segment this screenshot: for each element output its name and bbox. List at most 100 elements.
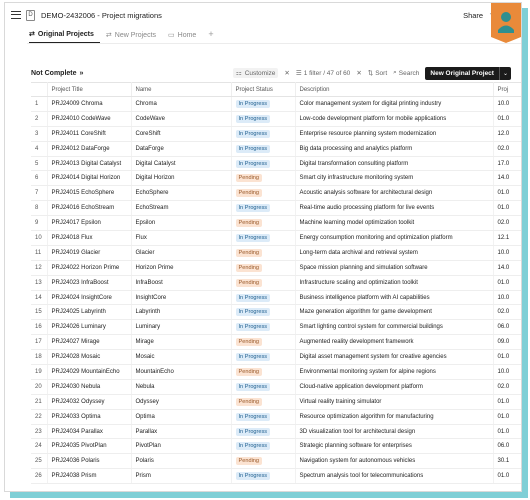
status-badge: In Progress: [235, 129, 271, 138]
table-row[interactable]: 11 PRJ24019 Glacier Glacier Pending Long-ter…: [31, 245, 521, 261]
table-cell: Pending: [231, 394, 296, 410]
table-cell: 22: [31, 409, 48, 425]
table-row[interactable]: 3 PRJ24011 CoreShift CoreShift In Progress E…: [31, 126, 521, 142]
table-row[interactable]: 14 PRJ24024 InsightCore InsightCore In Prog…: [31, 290, 521, 306]
column-header[interactable]: Name: [131, 82, 232, 97]
table-row[interactable]: 21 PRJ24032 Odyssey Odyssey Pending Virtual …: [31, 394, 521, 410]
table-cell: Enterprise resource planning system mode…: [295, 126, 494, 142]
status-badge: In Progress: [235, 233, 271, 242]
table-cell: PRJ24017 Epsilon: [47, 215, 132, 232]
table-cell: 4: [31, 141, 48, 157]
table-row[interactable]: 8 PRJ24016 EchoStream EchoStream In Progres…: [31, 200, 521, 217]
new-original-project-button[interactable]: New Original Project: [425, 66, 499, 80]
table-row[interactable]: 15 PRJ24025 Labyrinth Labyrinth In Progress…: [31, 304, 521, 321]
table-row[interactable]: 9 PRJ24017 Epsilon Epsilon Pending Machine l…: [31, 215, 521, 232]
search-button[interactable]: ⌕ Search: [393, 69, 419, 77]
table-row[interactable]: 25 PRJ24036 Polaris Polaris Pending Navigati…: [31, 453, 521, 470]
table-cell: PRJ24019 Glacier: [47, 245, 132, 261]
table-cell: 26: [31, 468, 48, 485]
table-cell: Glacier: [131, 245, 232, 261]
status-badge: In Progress: [235, 412, 271, 421]
table-cell: 01.0: [493, 275, 521, 291]
table-cell: 02.0: [493, 215, 521, 232]
table-row[interactable]: 17 PRJ24027 Mirage Mirage Pending Augmented …: [31, 334, 521, 351]
table-cell: Flux: [131, 230, 232, 246]
table-row[interactable]: 10 PRJ24018 Flux Flux In Progress Energy con…: [31, 230, 521, 246]
switch-icon: ⇄: [105, 32, 112, 39]
table-cell: Big data processing and analytics platfo…: [295, 141, 494, 157]
table-row[interactable]: 24 PRJ24035 PivotPlan PivotPlan In Progress…: [31, 438, 521, 455]
table-row[interactable]: 5 PRJ24013 Digital Catalyst Digital Cataly…: [31, 156, 521, 172]
column-header[interactable]: Project Title: [47, 82, 132, 97]
status-badge: In Progress: [235, 99, 271, 108]
table-cell: DataForge: [131, 141, 232, 157]
table-cell: 12.0: [493, 126, 521, 142]
table-cell: Spectrum analysis tool for telecommunica…: [295, 468, 494, 485]
table-cell: Navigation system for autonomous vehicle…: [295, 453, 494, 470]
table-row[interactable]: 13 PRJ24023 InfraBoost InfraBoost Pending In…: [31, 275, 521, 291]
column-header[interactable]: [31, 82, 48, 97]
table-row[interactable]: 18 PRJ24028 Mosaic Mosaic In Progress Digita…: [31, 349, 521, 366]
table-row[interactable]: 22 PRJ24033 Optima Optima In Progress Resour…: [31, 409, 521, 425]
add-tab-button[interactable]: +: [208, 29, 213, 43]
table-cell: In Progress: [231, 230, 296, 246]
tab-label: Original Projects: [37, 30, 94, 38]
table-cell: 21: [31, 394, 48, 410]
tab-new-projects[interactable]: ⇄ New Projects: [106, 31, 162, 43]
table-row[interactable]: 23 PRJ24034 Parallax Parallax In Progress 3D…: [31, 424, 521, 440]
table-cell: 01.0: [493, 200, 521, 217]
user-avatar-badge[interactable]: [491, 3, 521, 43]
table-cell: PRJ24012 DataForge: [47, 141, 132, 157]
table-cell: Mosaic: [131, 349, 232, 366]
table-row[interactable]: 16 PRJ24026 Luminary Luminary In Progress Sm…: [31, 319, 521, 336]
table-row[interactable]: 4 PRJ24012 DataForge DataForge In Progress B…: [31, 141, 521, 157]
table-cell: 01.0: [493, 185, 521, 202]
sort-button[interactable]: ⇅ Sort: [368, 69, 387, 78]
table-row[interactable]: 2 PRJ24010 CodeWave CodeWave In Progress Low…: [31, 111, 521, 127]
customize-label: Customize: [244, 69, 276, 77]
view-selector[interactable]: Not Complete »: [31, 70, 83, 77]
table-row[interactable]: 6 PRJ24014 Digital Horizon Digital Horizon…: [31, 170, 521, 187]
close-icon[interactable]: ✕: [356, 69, 361, 77]
table-row[interactable]: 7 PRJ24015 EchoSphere EchoSphere Pending Aco…: [31, 185, 521, 202]
chevron-down-icon[interactable]: ⌄: [498, 66, 511, 80]
table-cell: PRJ24025 Labyrinth: [47, 304, 132, 321]
table-row[interactable]: 26 PRJ24038 Prism Prism In Progress Spectrum…: [31, 468, 521, 485]
customize-button[interactable]: ⚏ Customize: [232, 68, 279, 78]
table-row[interactable]: 12 PRJ24022 Horizon Prime Horizon Prime Pen…: [31, 260, 521, 276]
tab-label: Home: [177, 31, 197, 39]
table-cell: 06.0: [493, 319, 521, 336]
status-badge: Pending: [235, 367, 263, 376]
status-badge: In Progress: [235, 323, 271, 332]
table-cell: In Progress: [231, 468, 296, 485]
status-badge: Pending: [235, 189, 263, 198]
table-cell: 18: [31, 349, 48, 366]
table-cell: 9: [31, 215, 48, 232]
share-button[interactable]: Share: [463, 11, 483, 20]
tab-home[interactable]: ▭ Home: [168, 31, 202, 43]
column-header[interactable]: Proj: [493, 82, 521, 97]
filter-label: 1 filter / 47 of 60: [303, 69, 351, 77]
table-cell: Cloud-native application development pla…: [295, 379, 494, 395]
table-cell: PRJ24016 EchoStream: [47, 200, 132, 217]
status-badge: In Progress: [235, 472, 271, 481]
table-row[interactable]: 19 PRJ24029 MountainEcho MountainEcho Pendi…: [31, 364, 521, 380]
table-cell: In Progress: [231, 304, 296, 321]
table-cell: PRJ24013 Digital Catalyst: [47, 156, 132, 172]
column-header[interactable]: Description: [295, 82, 494, 97]
table-row[interactable]: 1 PRJ24009 Chroma Chroma In Progress Color m…: [31, 96, 521, 112]
menu-icon[interactable]: [11, 11, 21, 19]
status-badge: In Progress: [235, 353, 271, 362]
status-badge: Pending: [235, 174, 263, 183]
table-row[interactable]: 20 PRJ24030 Nebula Nebula In Progress Cloud-…: [31, 379, 521, 395]
table-cell: 30.1: [493, 453, 521, 470]
table-cell: 10.0: [493, 364, 521, 380]
filter-button[interactable]: ☰ 1 filter / 47 of 60: [296, 69, 351, 78]
column-header[interactable]: Project Status: [231, 82, 296, 97]
clear-filter-icon[interactable]: ✕: [284, 69, 289, 77]
view-tabs: ⇄ Original Projects ⇄ New Projects ▭ Hom…: [29, 27, 214, 43]
table-cell: CodeWave: [131, 111, 232, 127]
table-cell: 19: [31, 364, 48, 380]
tab-original-projects[interactable]: ⇄ Original Projects: [29, 30, 100, 43]
top-bar: D DEMO-2432006 - Project migrations Shar…: [5, 3, 521, 27]
